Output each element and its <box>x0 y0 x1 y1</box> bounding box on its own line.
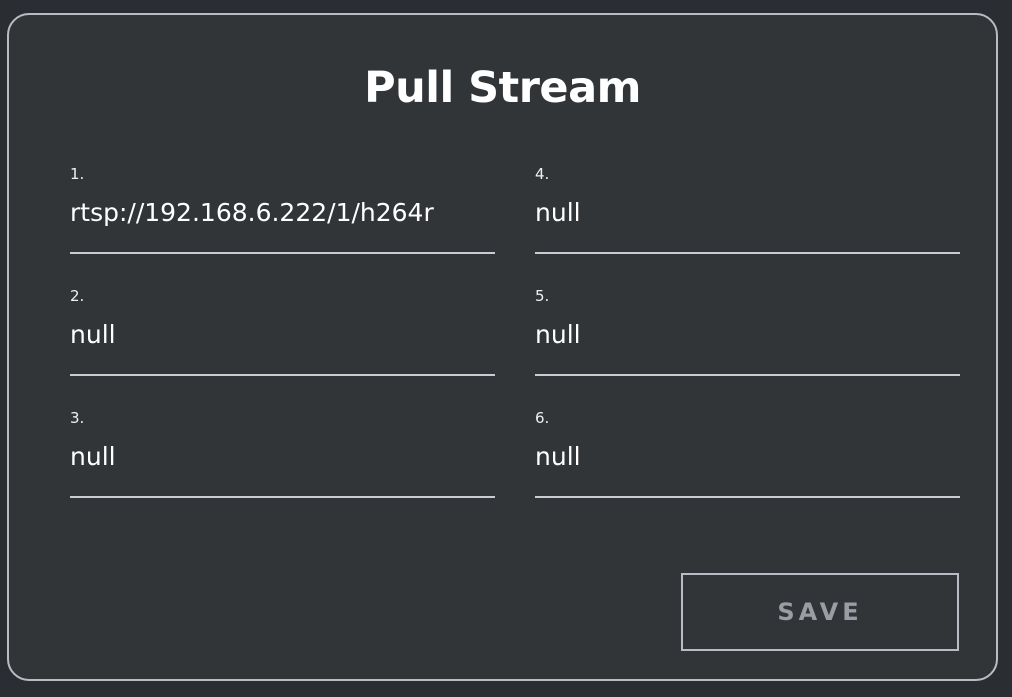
stream-field-2: 2. null <box>70 287 495 399</box>
pull-stream-dialog: Pull Stream 1. rtsp://192.168.6.222/1/h2… <box>7 13 998 681</box>
stream-field-2-input[interactable]: null <box>70 320 495 349</box>
stream-field-1-input[interactable]: rtsp://192.168.6.222/1/h264r <box>70 198 495 227</box>
app-background: Pull Stream 1. rtsp://192.168.6.222/1/h2… <box>0 0 1012 697</box>
stream-field-2-underline <box>70 374 495 376</box>
stream-field-6: 6. null <box>535 409 960 521</box>
stream-field-1: 1. rtsp://192.168.6.222/1/h264r <box>70 165 495 277</box>
stream-field-3: 3. null <box>70 409 495 521</box>
stream-field-5-label: 5. <box>535 287 550 305</box>
stream-field-4: 4. null <box>535 165 960 277</box>
stream-field-1-label: 1. <box>70 165 85 183</box>
stream-field-6-label: 6. <box>535 409 550 427</box>
stream-field-2-label: 2. <box>70 287 85 305</box>
dialog-title: Pull Stream <box>364 63 641 113</box>
stream-field-5-underline <box>535 374 960 376</box>
stream-field-1-underline <box>70 252 495 254</box>
save-button[interactable]: SAVE <box>681 573 959 651</box>
stream-field-6-underline <box>535 496 960 498</box>
stream-field-3-input[interactable]: null <box>70 442 495 471</box>
stream-field-4-label: 4. <box>535 165 550 183</box>
stream-field-4-input[interactable]: null <box>535 198 960 227</box>
stream-field-5-input[interactable]: null <box>535 320 960 349</box>
stream-field-3-underline <box>70 496 495 498</box>
stream-field-6-input[interactable]: null <box>535 442 960 471</box>
stream-field-5: 5. null <box>535 287 960 399</box>
stream-field-3-label: 3. <box>70 409 85 427</box>
stream-field-4-underline <box>535 252 960 254</box>
